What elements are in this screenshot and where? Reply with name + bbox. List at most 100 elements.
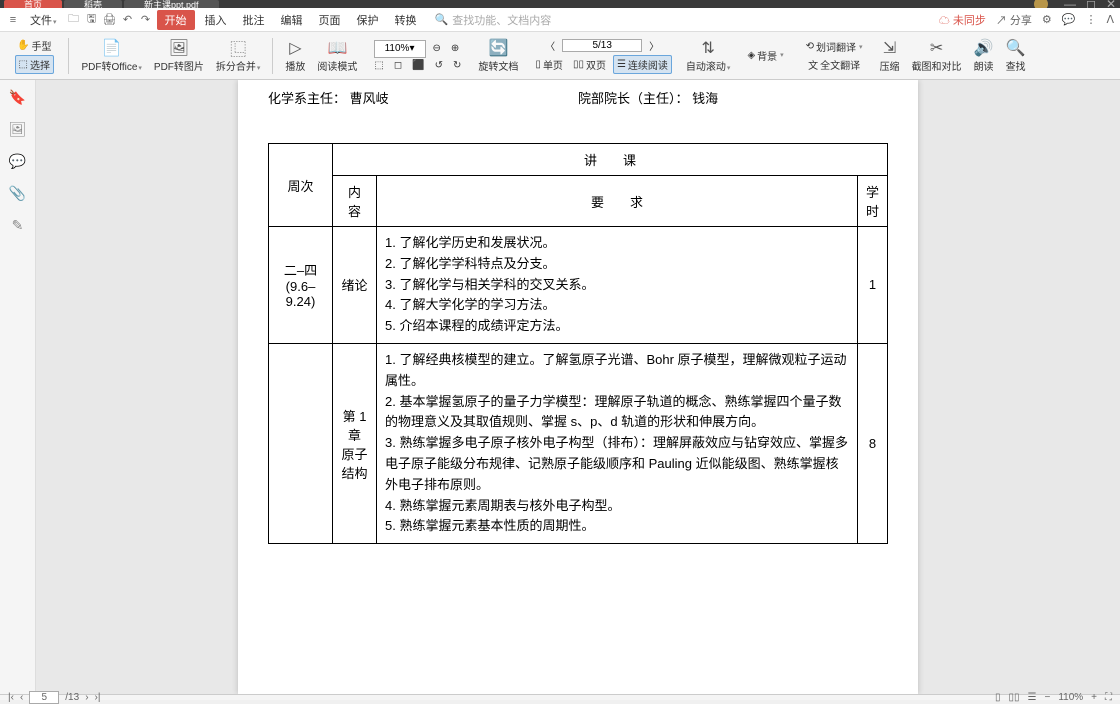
pdf-to-office[interactable]: 📄PDF转Office▾ xyxy=(77,34,145,78)
view-mode-1-icon[interactable]: ▯ xyxy=(995,692,1001,703)
read-aloud[interactable]: 🔊朗读 xyxy=(970,34,998,78)
fullscreen-icon[interactable]: ⛶ xyxy=(1105,692,1112,703)
double-page[interactable]: ▯▯ 双页 xyxy=(570,56,609,73)
hand-tool[interactable]: ✋ 手型 xyxy=(14,37,54,54)
actual-size-icon[interactable]: ⬛ xyxy=(409,59,427,72)
open-icon[interactable]: 🗀 xyxy=(67,13,81,27)
feedback-icon[interactable]: 💬 xyxy=(1062,13,1076,26)
menu-search[interactable]: 🔍 查找功能、文档内容 xyxy=(435,12,552,28)
continuous-read[interactable]: ☰ 连续阅读 xyxy=(613,55,672,74)
menu-bar: ≡ 文件▾ 🗀 🖫 🖨 ↶ ↷ 开始 插入 批注 编辑 页面 保护 转换 🔍 查… xyxy=(0,8,1120,32)
view-mode-3-icon[interactable]: ☰ xyxy=(1028,692,1037,703)
th-week: 周次 xyxy=(269,144,333,227)
fit-width-icon[interactable]: ⬚ xyxy=(371,59,386,72)
next-page-icon[interactable]: › xyxy=(85,692,88,703)
view-mode-2-icon[interactable]: ▯▯ xyxy=(1008,692,1019,703)
select-tool[interactable]: ⬚ 选择 xyxy=(15,55,54,74)
save-icon[interactable]: 🖫 xyxy=(85,13,99,27)
zoom-out-btn[interactable]: − xyxy=(1044,692,1050,703)
syllabus-table: 周次 讲 课 内 容 要 求 学时 起 止 日 月 二–四 (9.6– 9.24… xyxy=(268,143,888,544)
side-nav: 🔖 🖼 💬 📎 ✎ xyxy=(0,80,36,694)
cell-dates: 二–四 (9.6– 9.24) xyxy=(269,227,333,344)
table-row: 二–四 (9.6– 9.24) 绪论 1. 了解化学历史和发展状况。 2. 了解… xyxy=(269,227,888,344)
tab-file[interactable]: 新主课ppt.pdf xyxy=(124,0,219,8)
zoom-value: 110% xyxy=(1058,692,1083,703)
cell-content: 绪论 xyxy=(333,227,377,344)
th-requirements: 要 求 xyxy=(377,176,858,227)
page-indicator[interactable]: 5/13 xyxy=(562,39,642,52)
read-mode[interactable]: 📖阅读模式 xyxy=(313,34,361,78)
pdf-to-image[interactable]: 🖼PDF转图片 xyxy=(150,34,208,78)
share-button[interactable]: ↗ 分享 xyxy=(996,12,1032,28)
menu-page[interactable]: 页面 xyxy=(313,10,347,30)
collapse-icon[interactable]: ᐱ xyxy=(1106,13,1114,26)
cell-dates xyxy=(269,343,333,543)
more-icon[interactable]: ⋮ xyxy=(1085,13,1096,26)
signature-icon[interactable]: ✎ xyxy=(9,216,27,234)
tab-docer[interactable]: 稻壳 xyxy=(64,0,122,8)
prev-page[interactable]: 〈 xyxy=(542,37,558,54)
rotate-left-icon[interactable]: ↺ xyxy=(432,59,446,72)
search-icon: 🔍 xyxy=(435,13,449,26)
document-viewport[interactable]: 化学系主任： 曹风岐 院部院长（主任）： 钱海 周次 讲 课 内 容 要 求 学… xyxy=(36,80,1120,694)
word-translate[interactable]: ⟲ 划词翻译▾ xyxy=(803,38,866,55)
thumbnail-icon[interactable]: 🖼 xyxy=(9,120,27,138)
dean-label: 院部院长（主任）： xyxy=(578,91,689,106)
page-5: 化学系主任： 曹风岐 院部院长（主任）： 钱海 周次 讲 课 内 容 要 求 学… xyxy=(238,80,918,694)
screenshot-compare[interactable]: ✂截图和对比 xyxy=(908,34,966,78)
attachment-icon[interactable]: 📎 xyxy=(9,184,27,202)
next-page[interactable]: 〉 xyxy=(646,37,662,54)
bookmark-icon[interactable]: 🔖 xyxy=(9,88,27,106)
play-button[interactable]: ▷播放 xyxy=(281,34,309,78)
cell-hours: 1 xyxy=(857,227,887,344)
rotate-doc[interactable]: 🔄旋转文档 xyxy=(474,34,522,78)
table-row: 第 1 章 原子结构 1. 了解经典核模型的建立。了解氢原子光谱、Bohr 原子… xyxy=(269,343,888,543)
menu-comment[interactable]: 批注 xyxy=(237,10,271,30)
zoom-in-icon[interactable]: ⊕ xyxy=(448,42,462,55)
unsync-status[interactable]: ☁ 未同步 xyxy=(939,12,986,28)
print-icon[interactable]: 🖨 xyxy=(103,13,117,27)
zoom-level[interactable]: 110% ▾ xyxy=(374,40,426,58)
find-button[interactable]: 🔍查找 xyxy=(1002,34,1030,78)
cell-hours: 8 xyxy=(857,343,887,543)
status-bar: |‹ ‹ 5 /13 › ›| ▯ ▯▯ ☰ − 110% + ⛶ xyxy=(0,694,1120,700)
dept-head-name: 曹风岐 xyxy=(350,91,389,106)
comment-panel-icon[interactable]: 💬 xyxy=(9,152,27,170)
background[interactable]: ◈ 背景▾ xyxy=(744,47,786,64)
menu-start[interactable]: 开始 xyxy=(157,10,195,30)
full-translate[interactable]: 文 全文翻译 xyxy=(805,56,863,73)
first-page-icon[interactable]: |‹ xyxy=(8,692,14,703)
th-hours: 学时 xyxy=(857,176,887,227)
redo-icon[interactable]: ↷ xyxy=(139,13,153,27)
menu-insert[interactable]: 插入 xyxy=(199,10,233,30)
toolbar: ✋ 手型 ⬚ 选择 📄PDF转Office▾ 🖼PDF转图片 ⿺拆分合并▾ ▷播… xyxy=(0,32,1120,80)
menu-edit[interactable]: 编辑 xyxy=(275,10,309,30)
single-page[interactable]: ▯ 单页 xyxy=(532,56,566,73)
dept-head-label: 化学系主任： xyxy=(268,91,346,106)
cell-requirements: 1. 了解经典核模型的建立。了解氢原子光谱、Bohr 原子模型，理解微观粒子运动… xyxy=(377,343,858,543)
auto-scroll[interactable]: ⇅自动滚动▾ xyxy=(682,34,735,78)
cell-requirements: 1. 了解化学历史和发展状况。 2. 了解化学学科特点及分支。 3. 了解化学与… xyxy=(377,227,858,344)
fit-page-icon[interactable]: ◻ xyxy=(391,59,405,72)
last-page-icon[interactable]: ›| xyxy=(95,692,101,703)
rotate-right-icon[interactable]: ↻ xyxy=(450,59,464,72)
split-merge[interactable]: ⿺拆分合并▾ xyxy=(212,34,265,78)
hamburger-icon[interactable]: ≡ xyxy=(6,13,20,27)
dean-name: 钱海 xyxy=(692,91,718,106)
compress[interactable]: ⇲压缩 xyxy=(876,34,904,78)
page-total: /13 xyxy=(65,692,79,703)
th-lecture: 讲 课 xyxy=(333,144,888,176)
prev-page-icon[interactable]: ‹ xyxy=(20,692,23,703)
zoom-in-btn[interactable]: + xyxy=(1091,692,1097,703)
menu-protect[interactable]: 保护 xyxy=(351,10,385,30)
th-content: 内 容 xyxy=(333,176,377,227)
zoom-out-icon[interactable]: ⊖ xyxy=(430,42,444,55)
undo-icon[interactable]: ↶ xyxy=(121,13,135,27)
gear-icon[interactable]: ⚙ xyxy=(1042,13,1052,26)
menu-file[interactable]: 文件▾ xyxy=(24,10,63,30)
tab-home[interactable]: 首页 xyxy=(4,0,62,8)
page-num-input[interactable]: 5 xyxy=(29,691,59,704)
cell-content: 第 1 章 原子结构 xyxy=(333,343,377,543)
menu-convert[interactable]: 转换 xyxy=(389,10,423,30)
tab-bar: 首页 稻壳 新主课ppt.pdf — ◻ ✕ xyxy=(0,0,1120,8)
